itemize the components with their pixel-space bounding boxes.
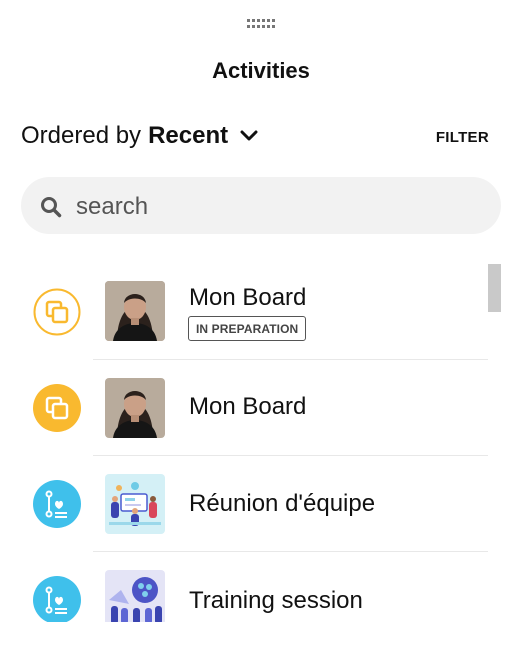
filter-button[interactable]: FILTER (436, 129, 489, 146)
meeting-illustration (105, 474, 165, 534)
activity-list: Mon Board IN PREPARATION Mon Board Réuni… (0, 264, 505, 622)
chevron-down-icon (240, 130, 258, 142)
item-name: Mon Board (189, 284, 307, 311)
training-illustration (105, 570, 165, 622)
list-item[interactable]: Training session (0, 552, 505, 622)
order-by-dropdown[interactable]: Ordered by Recent (21, 122, 258, 150)
avatar (105, 281, 165, 341)
list-item[interactable]: Réunion d'équipe (0, 456, 505, 552)
agenda-icon (33, 480, 81, 528)
item-name: Réunion d'équipe (189, 490, 376, 517)
item-name: Mon Board (189, 393, 307, 420)
page-title: Activities (212, 58, 310, 83)
order-by-label: Ordered by (21, 122, 142, 149)
avatar (105, 378, 165, 438)
search-bar (21, 177, 501, 234)
search-icon (40, 196, 62, 223)
board-outline-icon (33, 288, 81, 336)
list-item[interactable]: Mon Board (0, 360, 505, 456)
order-by-value: Recent (148, 122, 229, 149)
list-item[interactable]: Mon Board IN PREPARATION (0, 264, 505, 360)
item-name: Training session (189, 587, 363, 614)
board-filled-icon (33, 384, 81, 432)
status-badge: IN PREPARATION (188, 316, 307, 341)
search-input[interactable] (74, 187, 478, 226)
scrollbar[interactable] (488, 264, 501, 312)
agenda-icon (33, 576, 81, 622)
drag-handle[interactable] (247, 19, 275, 31)
